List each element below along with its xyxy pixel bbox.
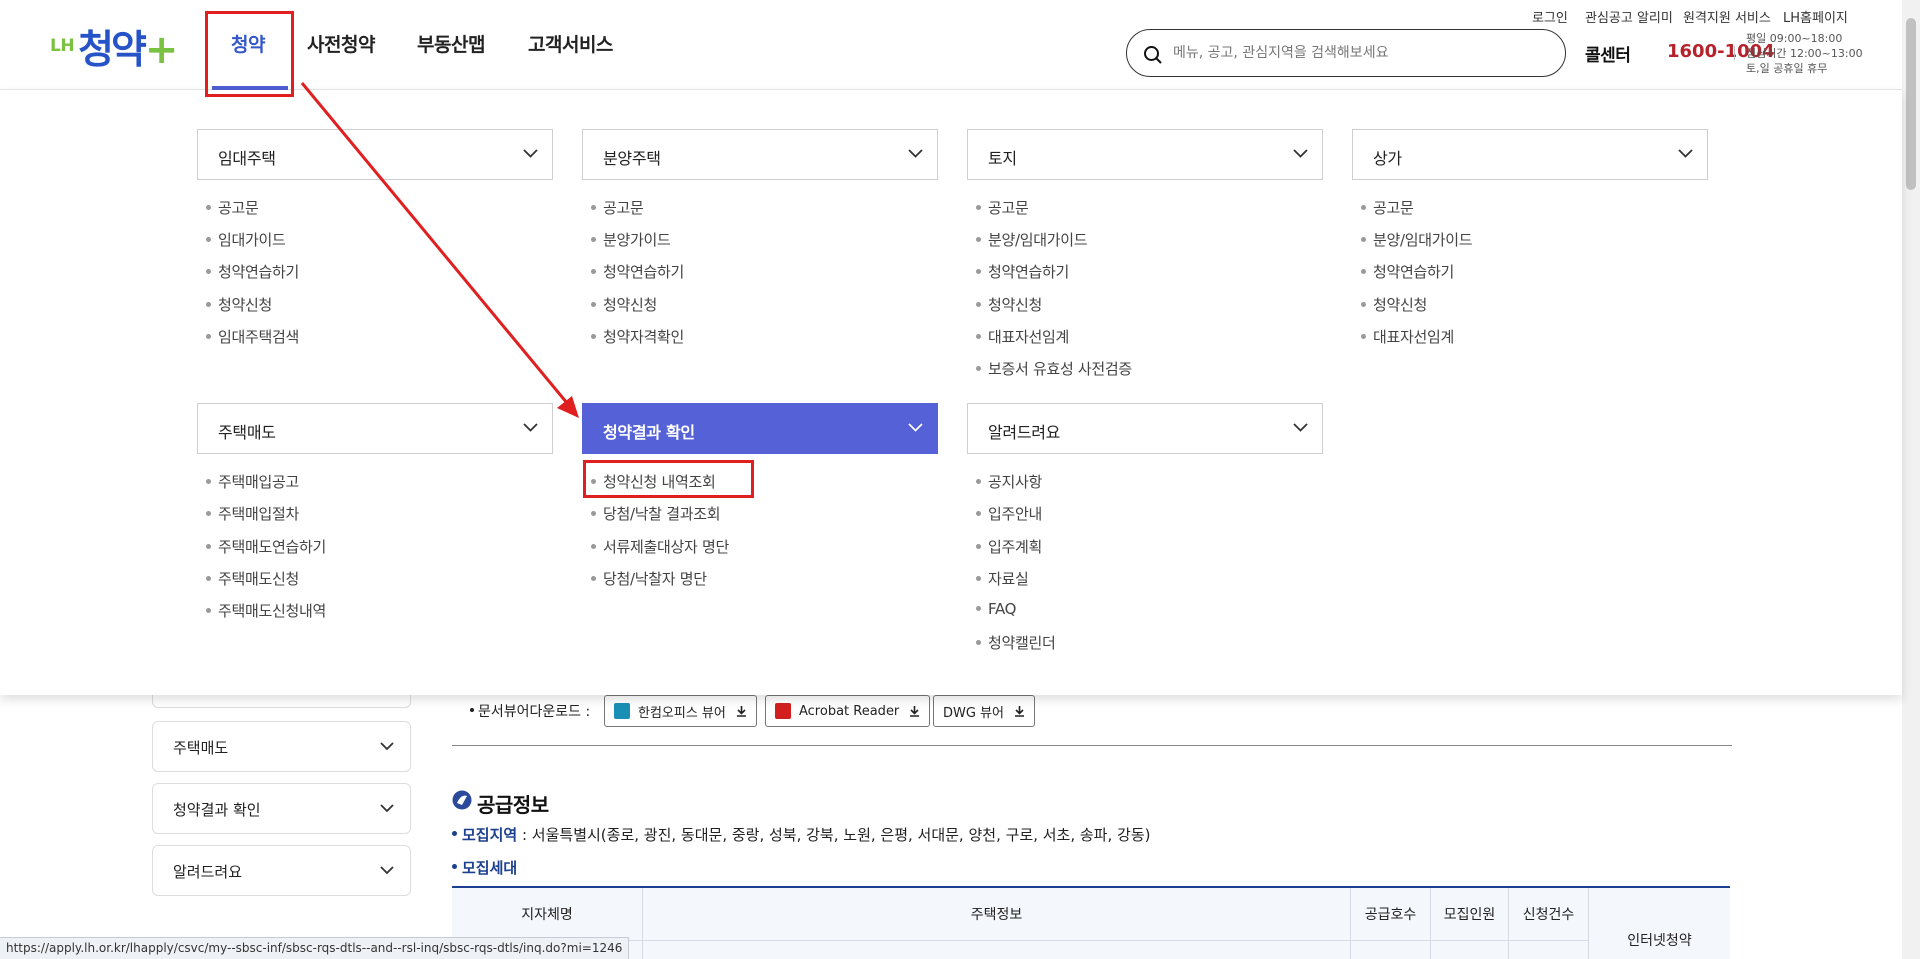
table-header-internet-application: 인터넷청약	[1589, 888, 1730, 959]
table-header-recruit-count: 모집인원	[1431, 888, 1509, 959]
rental-menu-item[interactable]: 임대주택검색	[206, 326, 299, 347]
search-input[interactable]	[1171, 40, 1551, 66]
sale-menu-item[interactable]: 청약자격확인	[591, 326, 684, 347]
land-menu-item[interactable]: 공고문	[976, 197, 1029, 218]
hancom-icon	[614, 703, 630, 719]
login-link[interactable]: 로그인	[1532, 7, 1568, 26]
chevron-down-icon	[1293, 149, 1308, 158]
interest-notice-alert-link[interactable]: 관심공고 알리미	[1585, 7, 1673, 26]
chevron-down-icon	[380, 866, 394, 875]
acrobat-icon	[775, 703, 791, 719]
supply-info-title: 공급정보	[477, 793, 549, 817]
land-menu-item[interactable]: 분양/임대가이드	[976, 229, 1088, 250]
category-commercial[interactable]: 상가	[1352, 129, 1708, 180]
download-icon	[1015, 706, 1024, 717]
notice-menu-item[interactable]: 입주안내	[976, 503, 1042, 524]
viewer-download-label: 문서뷰어다운로드 :	[470, 701, 590, 721]
download-icon	[910, 706, 920, 717]
commercial-menu-item[interactable]: 청약연습하기	[1361, 261, 1454, 282]
chevron-down-icon	[380, 804, 394, 813]
dwg-viewer-button[interactable]: DWG 뷰어	[933, 695, 1035, 727]
result-menu-item[interactable]: 당첨/낙찰자 명단	[591, 568, 707, 589]
category-notice[interactable]: 알려드려요	[967, 403, 1323, 454]
remote-support-link[interactable]: 원격지원 서비스	[1683, 7, 1771, 26]
acrobat-reader-button[interactable]: Acrobat Reader	[765, 695, 931, 727]
commercial-menu-item[interactable]: 청약신청	[1361, 294, 1427, 315]
land-menu-item[interactable]: 대표자선임계	[976, 326, 1069, 347]
chevron-down-icon	[908, 149, 923, 158]
sidebar-item-label: 청약결과 확인	[173, 801, 261, 819]
result-menu-item[interactable]: 서류제출대상자 명단	[591, 536, 729, 557]
rental-menu-item[interactable]: 공고문	[206, 197, 259, 218]
house-sale-menu-item[interactable]: 주택매입공고	[206, 471, 299, 492]
sidebar-item-label: 알려드려요	[173, 863, 243, 881]
vertical-scrollbar[interactable]	[1902, 0, 1920, 959]
commercial-menu-item[interactable]: 대표자선임계	[1361, 326, 1454, 347]
chevron-down-icon	[1293, 423, 1308, 432]
house-sale-menu-item[interactable]: 주택매도신청	[206, 568, 299, 589]
gnb-customer-service[interactable]: 고객서비스	[528, 30, 613, 57]
highlight-box-gnb-cheongyak	[205, 11, 294, 97]
land-menu-item[interactable]: 보증서 유효성 사전검증	[976, 358, 1132, 379]
chevron-down-icon	[380, 742, 394, 751]
gnb-real-estate-map[interactable]: 부동산맵	[417, 30, 485, 57]
sale-menu-item[interactable]: 공고문	[591, 197, 644, 218]
land-menu-item[interactable]: 청약연습하기	[976, 261, 1069, 282]
rental-menu-item[interactable]: 임대가이드	[206, 229, 286, 250]
table-header-supply-units: 공급호수	[1351, 888, 1431, 959]
category-rental-housing[interactable]: 임대주택	[197, 129, 553, 180]
download-icon	[736, 706, 746, 717]
hancom-viewer-button[interactable]: 한컴오피스 뷰어	[604, 695, 757, 727]
recruit-region-row: 모집지역 : 서울특별시(종로, 광진, 동대문, 중랑, 성북, 강북, 노원…	[452, 824, 1150, 845]
rental-menu-item[interactable]: 청약신청	[206, 294, 272, 315]
table-header-housing-info: 주택정보	[643, 888, 1351, 959]
gnb-pre-subscription[interactable]: 사전청약	[307, 30, 375, 57]
notice-menu-item[interactable]: 입주계획	[976, 536, 1042, 557]
section-divider	[452, 745, 1732, 746]
mega-menu-panel: 임대주택 분양주택 토지 상가 공고문 임대가이드 청약연습하기 청약신청 임대…	[0, 90, 1902, 695]
sidebar-item-notice[interactable]: 알려드려요	[152, 845, 411, 896]
category-land[interactable]: 토지	[967, 129, 1323, 180]
lh-cheongyak-logo[interactable]: LH 청약 +	[50, 18, 178, 70]
lh-homepage-link[interactable]: LH홈페이지	[1783, 7, 1848, 26]
sidebar-item-label: 주택매도	[173, 739, 229, 757]
recruit-households-row: 모집세대	[452, 857, 517, 878]
house-sale-menu-item[interactable]: 주택매도연습하기	[206, 536, 326, 557]
category-result-check[interactable]: 청약결과 확인	[582, 403, 938, 454]
notice-menu-item[interactable]: 공지사항	[976, 471, 1042, 492]
chevron-down-icon	[523, 149, 538, 158]
highlight-box-application-history	[583, 460, 754, 498]
notice-menu-item[interactable]: 자료실	[976, 568, 1029, 589]
category-house-sale[interactable]: 주택매도	[197, 403, 553, 454]
commercial-menu-item[interactable]: 분양/임대가이드	[1361, 229, 1473, 250]
scrollbar-thumb[interactable]	[1906, 18, 1916, 190]
rental-menu-item[interactable]: 청약연습하기	[206, 261, 299, 282]
chevron-down-icon	[908, 423, 923, 432]
call-center-divider	[1734, 46, 1735, 60]
call-center-label: 콜센터	[1585, 46, 1631, 66]
chevron-down-icon	[523, 423, 538, 432]
house-sale-menu-item[interactable]: 주택매입절차	[206, 503, 299, 524]
result-menu-item[interactable]: 당첨/낙찰 결과조회	[591, 503, 721, 524]
house-sale-menu-item[interactable]: 주택매도신청내역	[206, 600, 326, 621]
search-box	[1126, 29, 1566, 77]
table-header-application-count: 신청건수	[1509, 888, 1589, 959]
notice-menu-item[interactable]: FAQ	[976, 600, 1016, 618]
sidebar-item-house-sale[interactable]: 주택매도	[152, 721, 411, 772]
chevron-down-icon	[1678, 149, 1693, 158]
status-bar-url: https://apply.lh.or.kr/lhapply/csvc/my--…	[0, 937, 630, 959]
search-icon[interactable]	[1143, 45, 1163, 65]
supply-info-icon	[452, 790, 472, 810]
sidebar-item-result-check[interactable]: 청약결과 확인	[152, 783, 411, 834]
sale-menu-item[interactable]: 청약신청	[591, 294, 657, 315]
sale-menu-item[interactable]: 청약연습하기	[591, 261, 684, 282]
sale-menu-item[interactable]: 분양가이드	[591, 229, 671, 250]
land-menu-item[interactable]: 청약신청	[976, 294, 1042, 315]
notice-menu-item[interactable]: 청약캘린더	[976, 632, 1056, 653]
category-sale-housing[interactable]: 분양주택	[582, 129, 938, 180]
commercial-menu-item[interactable]: 공고문	[1361, 197, 1414, 218]
call-center-hours: 평일 09:00~18:00 점심시간 12:00~13:00 토,일 공휴일 …	[1746, 32, 1863, 75]
